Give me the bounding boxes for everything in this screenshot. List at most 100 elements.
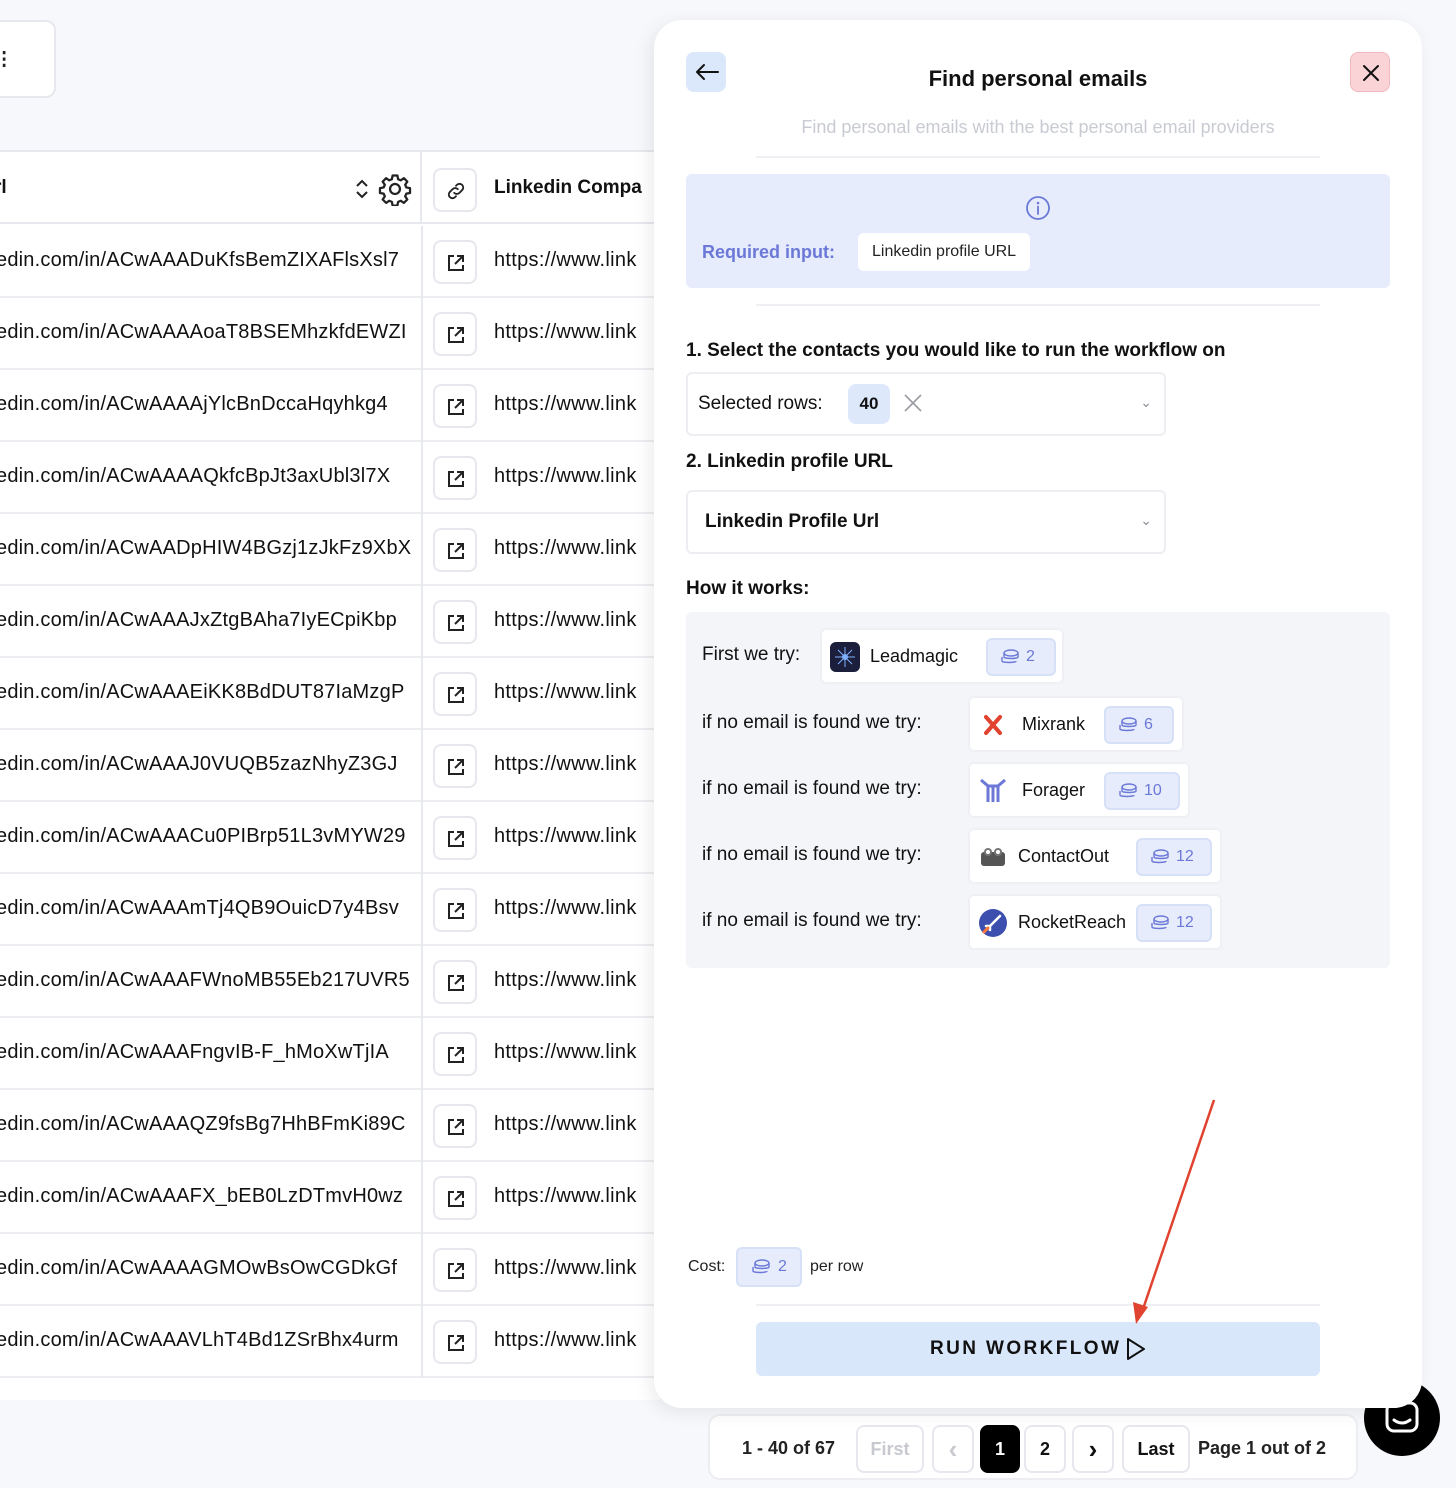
provider-chip: RocketReach 12 [968,894,1222,950]
provider-credits-badge: 12 [1136,838,1212,876]
company-url-cell[interactable]: https://www.link [494,393,637,416]
profile-url-cell[interactable]: edin.com/in/ACwAAAAjYlcBnDccaHqyhkg4 [0,393,414,416]
last-page-button[interactable]: Last [1122,1425,1190,1473]
table-row[interactable]: edin.com/in/ACwAAAJxZtgBAha7IyECpiKbp htt… [0,586,660,658]
company-url-cell[interactable]: https://www.link [494,753,637,776]
forager-logo [978,776,1008,806]
toolbar-card[interactable]: ⁝ [0,20,56,98]
provider-name: ContactOut [1018,846,1110,866]
close-button[interactable] [1350,52,1390,92]
profile-url-cell[interactable]: edin.com/in/ACwAAAJxZtgBAha7IyECpiKbp [0,609,414,632]
required-input-box: Required input: Linkedin profile URL [686,174,1390,288]
open-link-button[interactable] [433,600,477,644]
profile-url-cell[interactable]: edin.com/in/ACwAAAVLhT4Bd1ZSrBhx4urm [0,1329,414,1352]
company-url-cell[interactable]: https://www.link [494,1041,637,1064]
company-url-cell[interactable]: https://www.link [494,465,637,488]
selected-rows-select[interactable]: Selected rows: 40 ⌄ [686,372,1166,436]
table-row[interactable]: edin.com/in/ACwAAAAjYlcBnDccaHqyhkg4 http… [0,370,660,442]
open-link-button[interactable] [433,888,477,932]
table-row[interactable]: edin.com/in/ACwAAAJ0VUQB5zazNhyZ3GJ https… [0,730,660,802]
open-link-button[interactable] [433,960,477,1004]
table-row[interactable]: edin.com/in/ACwAAACu0PIBrp51L3vMYW29 http… [0,802,660,874]
column-header-company-url[interactable]: Linkedin Compa [494,177,642,199]
table-row[interactable]: edin.com/in/ACwAADpHIW4BGzj1zJkFz9XbX htt… [0,514,660,586]
next-page-button[interactable]: › [1072,1425,1114,1473]
column-title: rl [0,177,7,198]
company-url-cell[interactable]: https://www.link [494,825,637,848]
profile-url-cell[interactable]: edin.com/in/ACwAAAAoaT8BSEMhzkfdEWZI [0,321,414,344]
profile-url-cell[interactable]: edin.com/in/ACwAAAJ0VUQB5zazNhyZ3GJ [0,753,414,776]
profile-url-cell[interactable]: edin.com/in/ACwAAACu0PIBrp51L3vMYW29 [0,825,414,848]
company-url-cell[interactable]: https://www.link [494,321,637,344]
open-link-button[interactable] [433,744,477,788]
table-row[interactable]: edin.com/in/ACwAAAVLhT4Bd1ZSrBhx4urm http… [0,1306,660,1378]
profile-url-cell[interactable]: edin.com/in/ACwAAAAQkfcBpJt3axUbl3l7X [0,465,414,488]
company-url-cell[interactable]: https://www.link [494,1113,637,1136]
table-row[interactable]: edin.com/in/ACwAAAAGMOwBsOwCGDkGf https:/… [0,1234,660,1306]
table-row[interactable]: edin.com/in/ACwAAAAoaT8BSEMhzkfdEWZI http… [0,298,660,370]
gear-icon[interactable] [378,172,412,206]
open-link-button[interactable] [433,672,477,716]
provider-name: Mixrank [1022,714,1086,734]
open-link-button[interactable] [433,1104,477,1148]
coins-icon [1151,915,1169,930]
column-header-profile-url[interactable]: rl [0,152,422,224]
page-2-button[interactable]: 2 [1024,1425,1066,1473]
provider-credits-badge: 10 [1104,772,1180,810]
open-link-button[interactable] [433,816,477,860]
profile-url-cell[interactable]: edin.com/in/ACwAADpHIW4BGzj1zJkFz9XbX [0,537,414,560]
provider-step-prefix: First we try: [702,644,801,665]
linkedin-url-column-select[interactable]: Linkedin Profile Url ⌄ [686,490,1166,554]
column-separator [421,586,423,658]
clear-selection-icon[interactable] [902,392,924,414]
open-link-button[interactable] [433,312,477,356]
company-url-cell[interactable]: https://www.link [494,1185,637,1208]
table-row[interactable]: edin.com/in/ACwAAAmTj4QB9OuicD7y4Bsv http… [0,874,660,946]
open-link-button[interactable] [433,384,477,428]
first-page-button[interactable]: First [856,1425,924,1473]
prev-page-button[interactable]: ‹ [932,1425,974,1473]
open-link-button[interactable] [433,456,477,500]
profile-url-cell[interactable]: edin.com/in/ACwAAAQZ9fsBg7HhBFmKi89C [0,1113,414,1136]
company-url-cell[interactable]: https://www.link [494,609,637,632]
company-url-cell[interactable]: https://www.link [494,1257,637,1280]
table-row[interactable]: edin.com/in/ACwAAAAQkfcBpJt3axUbl3l7X htt… [0,442,660,514]
chevron-right-icon: › [1088,1434,1098,1464]
open-link-button[interactable] [433,528,477,572]
company-url-cell[interactable]: https://www.link [494,1329,637,1352]
open-link-button[interactable] [433,1032,477,1076]
column-separator [421,442,423,514]
company-url-cell[interactable]: https://www.link [494,681,637,704]
linkedin-url-column-value: Linkedin Profile Url [705,511,880,532]
column-separator [421,1306,423,1378]
company-url-cell[interactable]: https://www.link [494,969,637,992]
table-row[interactable]: edin.com/in/ACwAAAEiKK8BdDUT87IaMzgP http… [0,658,660,730]
page-1-button[interactable]: 1 [980,1425,1020,1473]
company-url-cell[interactable]: https://www.link [494,897,637,920]
table-row[interactable]: edin.com/in/ACwAAAFngvIB-F_hMoXwTjIA http… [0,1018,660,1090]
open-link-button[interactable] [433,1320,477,1364]
table-row[interactable]: edin.com/in/ACwAAAQZ9fsBg7HhBFmKi89C http… [0,1090,660,1162]
company-url-cell[interactable]: https://www.link [494,249,637,272]
external-link-icon [448,543,464,559]
sort-icon[interactable] [352,176,372,202]
open-link-button[interactable] [433,240,477,284]
profile-url-cell[interactable]: edin.com/in/ACwAAAFngvIB-F_hMoXwTjIA [0,1041,414,1064]
table-row[interactable]: edin.com/in/ACwAAADuKfsBemZIXAFlsXsl7 htt… [0,226,660,298]
table-row[interactable]: edin.com/in/ACwAAAFX_bEB0LzDTmvH0wz https… [0,1162,660,1234]
open-link-button[interactable] [433,1248,477,1292]
close-icon [1363,65,1379,81]
run-workflow-button[interactable]: RUN WORKFLOW [756,1322,1320,1376]
external-link-icon [448,471,464,487]
workflow-panel: Find personal emails Find personal email… [654,20,1422,1408]
company-url-cell[interactable]: https://www.link [494,537,637,560]
profile-url-cell[interactable]: edin.com/in/ACwAAAmTj4QB9OuicD7y4Bsv [0,897,414,920]
open-link-button[interactable] [433,1176,477,1220]
profile-url-cell[interactable]: edin.com/in/ACwAAAFWnoMB55Eb217UVR5 [0,969,414,992]
table-row[interactable]: edin.com/in/ACwAAAFWnoMB55Eb217UVR5 https… [0,946,660,1018]
link-column-button[interactable] [433,168,477,212]
profile-url-cell[interactable]: edin.com/in/ACwAAAAGMOwBsOwCGDkGf [0,1257,414,1280]
profile-url-cell[interactable]: edin.com/in/ACwAAAEiKK8BdDUT87IaMzgP [0,681,414,704]
profile-url-cell[interactable]: edin.com/in/ACwAAADuKfsBemZIXAFlsXsl7 [0,249,414,272]
profile-url-cell[interactable]: edin.com/in/ACwAAAFX_bEB0LzDTmvH0wz [0,1185,414,1208]
